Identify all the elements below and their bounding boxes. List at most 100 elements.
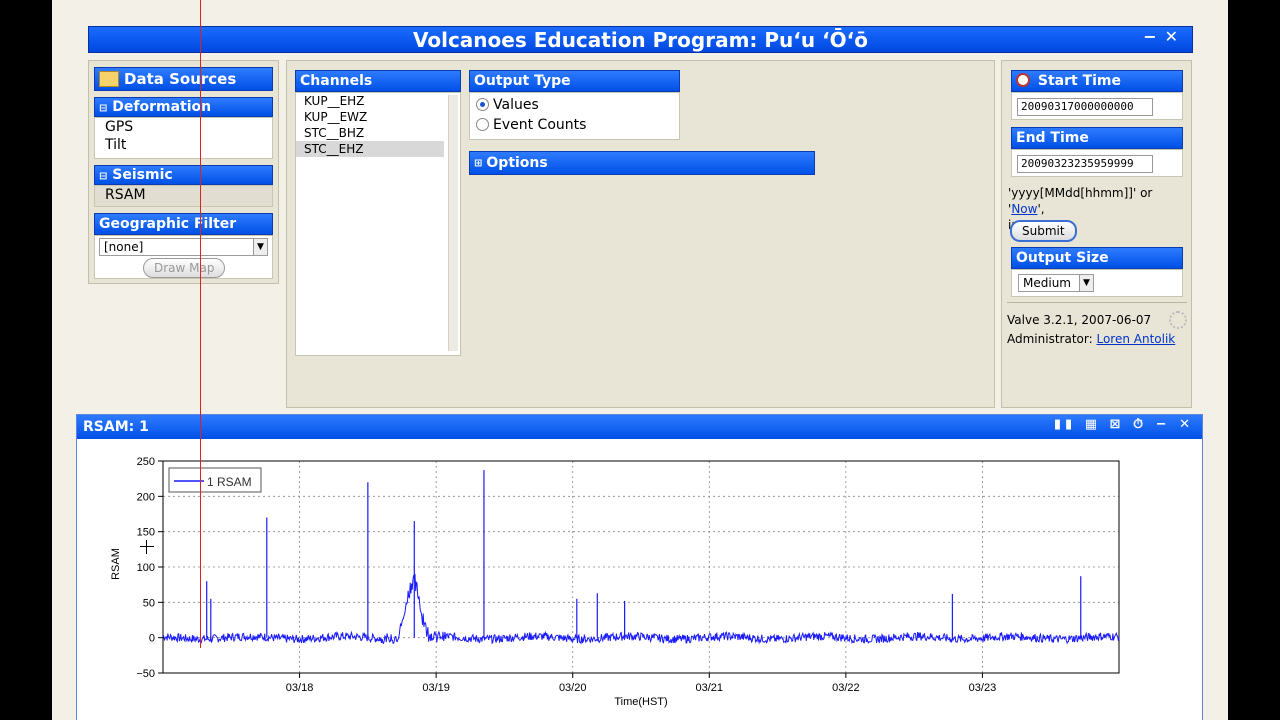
channels-header: Channels (295, 70, 461, 92)
administrator-line: Administrator: Loren Antolik (1007, 332, 1175, 346)
seismic-header[interactable]: ⊟ Seismic (94, 165, 273, 185)
deformation-label: Deformation (112, 99, 212, 115)
event-counts-option[interactable]: Event Counts (476, 117, 673, 133)
rsam-series-line (162, 573, 1120, 645)
app-title: Volcanoes Education Program: Puʻu ʻŌʻō (412, 27, 869, 52)
start-time-label: Start Time (1037, 73, 1121, 89)
plot-title-bar: RSAM: 1 ▮▮ ▦ ⊠ ⏱ − ✕ (77, 415, 1202, 439)
x-axis-label: Time(HST) (614, 696, 667, 708)
radio-icon[interactable] (476, 118, 489, 131)
values-label: Values (493, 97, 539, 113)
options-label: Options (486, 155, 548, 171)
series (162, 470, 1120, 645)
source-item-gps[interactable]: GPS (95, 118, 272, 136)
grid (163, 461, 1119, 673)
radio-selected-icon[interactable] (476, 98, 489, 111)
time-panel: Start Time 20090317000000000 End Time 20… (1001, 60, 1192, 408)
y-axis-label: RSAM (110, 548, 122, 580)
expand-icon[interactable]: ⊞ (474, 158, 482, 169)
output-size-box: Medium ▼ (1011, 269, 1183, 297)
legend-label: 1 RSAM (207, 475, 252, 489)
clock-icon[interactable]: ⏱ (1133, 417, 1147, 432)
close-icon[interactable]: ✕ (1165, 27, 1186, 46)
plot-frame (162, 460, 1120, 674)
output-size-select[interactable]: Medium ▼ (1018, 274, 1094, 292)
y-ticks: 250 200 150 100 50 0 −50 (136, 456, 163, 680)
export-icon[interactable]: ⊠ (1110, 417, 1125, 432)
plot-toolbar: ▮▮ ▦ ⊠ ⏱ − ✕ (1054, 417, 1194, 432)
output-size-header: Output Size (1011, 247, 1183, 269)
event-counts-label: Event Counts (493, 117, 587, 133)
close-icon[interactable]: ✕ (1179, 417, 1194, 432)
columns-icon[interactable]: ▮▮ (1054, 417, 1076, 432)
folder-icon (99, 71, 119, 87)
middle-panel: Channels KUP__EHZ KUP__EWZ STC__BHZ STC_… (286, 60, 995, 408)
source-item-rsam[interactable]: RSAM (95, 186, 272, 204)
y-tick-label: 0 (149, 633, 155, 645)
now-link[interactable]: Now (1011, 202, 1037, 216)
y-tick-label: 50 (143, 597, 155, 609)
end-time-box: 20090323235959999 (1011, 149, 1183, 177)
data-sources-title: Data Sources (124, 70, 237, 88)
channel-item[interactable]: KUP__EHZ (296, 93, 460, 109)
geo-filter-value: [none] (104, 240, 144, 254)
legend: 1 RSAM (168, 467, 262, 493)
y-tick-label: 150 (137, 527, 155, 539)
source-item-tilt[interactable]: Tilt (95, 136, 272, 154)
x-tick-label: 03/20 (559, 682, 587, 694)
y-tick-label: 250 (137, 456, 155, 468)
end-time-input[interactable]: 20090323235959999 (1017, 155, 1153, 173)
deformation-list: GPS Tilt (94, 117, 273, 159)
channels-label: Channels (300, 73, 373, 89)
start-time-input[interactable]: 20090317000000000 (1017, 98, 1153, 116)
collapse-icon[interactable]: ⊟ (99, 171, 107, 182)
deformation-header[interactable]: ⊟ Deformation (94, 97, 273, 117)
x-tick-label: 03/23 (969, 682, 997, 694)
data-sources-header: Data Sources (94, 67, 273, 91)
geo-filter-header: Geographic Filter (94, 213, 273, 235)
channels-list: KUP__EHZ KUP__EWZ STC__BHZ STC__EHZ (295, 92, 461, 356)
x-tick-label: 03/19 (422, 682, 450, 694)
cursor-line (200, 0, 201, 648)
channel-item[interactable]: STC__BHZ (296, 125, 460, 141)
grid-icon[interactable]: ▦ (1085, 417, 1101, 432)
channels-scrollbar[interactable] (448, 95, 458, 351)
cursor-crosshair-icon (140, 540, 154, 554)
version-text: Valve 3.2.1, 2007-06-07 (1007, 313, 1152, 327)
draw-map-button[interactable]: Draw Map (143, 258, 226, 278)
rsam-chart: 250200150100500−50 03/18 03/19 03/20 03/21 0… (110, 456, 1120, 708)
channel-item[interactable]: KUP__EWZ (296, 109, 460, 125)
x-tick-label: 03/22 (832, 682, 860, 694)
options-header[interactable]: ⊞ Options (469, 151, 815, 175)
clock-icon (1016, 73, 1030, 87)
admin-link[interactable]: Loren Antolik (1096, 332, 1175, 346)
geo-filter-body: [none] ▼ Draw Map (94, 235, 273, 279)
values-option[interactable]: Values (476, 97, 673, 113)
admin-label: Administrator: (1007, 332, 1093, 346)
time-hint-tail: ', (1037, 202, 1045, 216)
end-time-label: End Time (1016, 130, 1089, 146)
output-size-label: Output Size (1016, 250, 1109, 266)
seismic-list: RSAM (94, 185, 273, 207)
x-ticks: 03/18 03/19 03/20 03/21 03/22 03/23 (286, 673, 996, 694)
x-tick-label: 03/21 (696, 682, 724, 694)
chevron-down-icon: ▼ (253, 239, 267, 255)
app-screen: Volcanoes Education Program: Puʻu ʻŌʻō −… (52, 0, 1228, 720)
window-controls: −✕ (1143, 27, 1186, 46)
submit-button[interactable]: Submit (1010, 220, 1077, 242)
chevron-down-icon: ▼ (1079, 275, 1093, 291)
plot-window: RSAM: 1 ▮▮ ▦ ⊠ ⏱ − ✕ 250 200 150 100 50 0 −50 … (76, 414, 1203, 720)
output-type-label: Output Type (474, 73, 571, 89)
minimize-icon[interactable]: − (1156, 417, 1171, 432)
collapse-icon[interactable]: ⊟ (99, 103, 107, 114)
geo-filter-select[interactable]: [none] ▼ (99, 238, 268, 256)
geo-filter-label: Geographic Filter (99, 216, 237, 232)
seismic-label: Seismic (112, 167, 173, 183)
loading-icon (1169, 311, 1187, 329)
y-tick-label: 100 (137, 562, 155, 574)
end-time-header: End Time (1011, 127, 1183, 149)
minimize-icon[interactable]: − (1143, 27, 1164, 46)
channel-item-selected[interactable]: STC__EHZ (296, 141, 444, 157)
output-size-value: Medium (1023, 276, 1071, 290)
data-sources-panel: Data Sources ⊟ Deformation GPS Tilt ⊟ Se… (88, 60, 279, 284)
